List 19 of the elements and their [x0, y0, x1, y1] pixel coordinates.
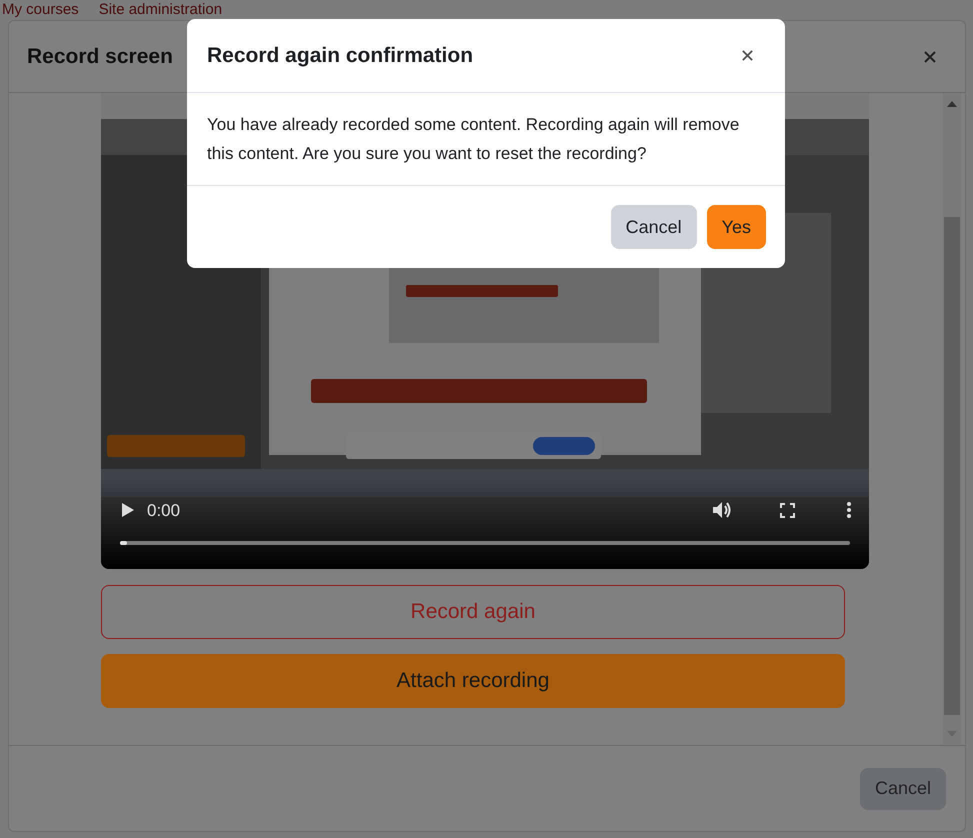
- scrollbar[interactable]: [943, 93, 961, 745]
- cancel-button[interactable]: Cancel: [610, 205, 697, 249]
- video-time: 0:00: [147, 500, 180, 522]
- more-icon[interactable]: [847, 502, 851, 518]
- attach-button[interactable]: Attach recording: [101, 654, 845, 708]
- dialog-message: You have already recorded some content. Recording again will remove this content. Are you sure you want to reset the recording?: [207, 114, 740, 165]
- fullscreen-icon[interactable]: [780, 502, 795, 518]
- yes-button[interactable]: Yes: [706, 205, 766, 249]
- nav-link[interactable]: My courses: [2, 1, 79, 19]
- dialog-title: Record again confirmation: [207, 42, 474, 69]
- close-icon[interactable]: [741, 49, 754, 62]
- volume-icon[interactable]: [712, 501, 732, 520]
- cancel-button[interactable]: Cancel: [860, 768, 946, 810]
- play-icon[interactable]: [121, 502, 135, 518]
- scroll-up-icon[interactable]: [947, 101, 957, 107]
- dialog-title: Record screen: [27, 44, 173, 70]
- close-icon[interactable]: [923, 50, 937, 64]
- nav-link[interactable]: Site administration: [98, 1, 222, 19]
- record-again-button[interactable]: Record again: [101, 585, 845, 639]
